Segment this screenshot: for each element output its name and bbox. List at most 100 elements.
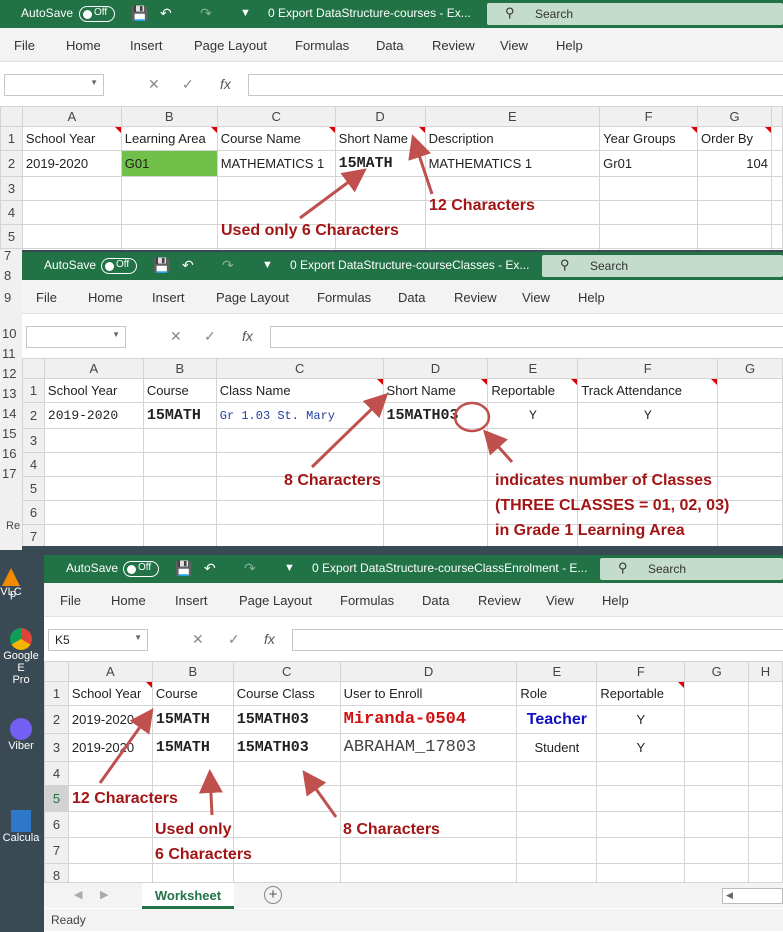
column-header[interactable]: E bbox=[487, 358, 579, 379]
column-header[interactable]: A bbox=[67, 661, 153, 682]
cell[interactable]: Course bbox=[142, 378, 217, 403]
tab-page-layout[interactable]: Page Layout bbox=[216, 290, 289, 305]
tab-file[interactable]: File bbox=[14, 38, 35, 53]
row-header[interactable]: 2 bbox=[0, 150, 23, 177]
tab-insert[interactable]: Insert bbox=[175, 593, 208, 608]
cell[interactable]: 15MATH bbox=[151, 705, 234, 734]
tab-formulas[interactable]: Formulas bbox=[317, 290, 371, 305]
function-icon[interactable]: fx bbox=[242, 328, 253, 344]
cell[interactable]: School Year bbox=[67, 681, 153, 706]
scroll-left-icon[interactable]: ◀ bbox=[726, 890, 733, 901]
cell[interactable]: Miranda-0504 bbox=[339, 705, 518, 734]
horizontal-scrollbar[interactable]: ◀ bbox=[722, 888, 783, 904]
row-header[interactable]: 3 bbox=[0, 176, 23, 201]
row-header[interactable]: 7 bbox=[22, 524, 45, 546]
customize-icon[interactable]: ▼ bbox=[284, 562, 295, 574]
cell[interactable] bbox=[717, 402, 783, 429]
row-header[interactable]: 5 bbox=[22, 476, 45, 501]
name-box[interactable]: ▼ bbox=[4, 74, 104, 96]
cell[interactable]: 2019-2020 bbox=[67, 733, 153, 762]
row-header[interactable]: 1 bbox=[0, 126, 23, 151]
tab-review[interactable]: Review bbox=[432, 38, 475, 53]
cancel-icon[interactable]: ✕ bbox=[170, 328, 182, 345]
worksheet-grid[interactable]: A B C D E F G 1 School Year Course Class… bbox=[22, 358, 783, 546]
cell[interactable]: Role bbox=[516, 681, 598, 706]
redo-icon[interactable]: ↷ bbox=[222, 257, 234, 274]
tab-insert[interactable]: Insert bbox=[130, 38, 163, 53]
autosave-toggle[interactable]: Off bbox=[123, 561, 159, 577]
tab-home[interactable]: Home bbox=[88, 290, 123, 305]
undo-icon[interactable]: ↶ bbox=[182, 257, 194, 274]
row-header[interactable]: 7 bbox=[44, 837, 69, 864]
cell[interactable]: Gr01 bbox=[599, 150, 699, 177]
column-header[interactable]: D bbox=[382, 358, 489, 379]
tab-formulas[interactable]: Formulas bbox=[340, 593, 394, 608]
excel-window-course-class-enrolment[interactable]: AutoSave Off 💾 ↶ ↷ ▼ 0 Export DataStruct… bbox=[44, 555, 783, 932]
column-header[interactable]: F bbox=[577, 358, 719, 379]
row-header[interactable]: 3 bbox=[44, 733, 69, 762]
select-all[interactable] bbox=[22, 358, 45, 379]
column-header[interactable]: C bbox=[216, 106, 336, 127]
cancel-icon[interactable]: ✕ bbox=[148, 76, 160, 93]
cell[interactable]: 15MATH03 bbox=[232, 705, 341, 734]
excel-window-courses[interactable]: AutoSave Off 💾 ↶ ↷ ▼ 0 Export DataStruct… bbox=[0, 0, 783, 250]
tab-data[interactable]: Data bbox=[422, 593, 449, 608]
column-header[interactable]: G bbox=[697, 106, 772, 127]
customize-icon[interactable]: ▼ bbox=[240, 7, 251, 19]
enter-icon[interactable]: ✓ bbox=[182, 76, 194, 93]
formula-input[interactable] bbox=[248, 74, 783, 96]
column-header[interactable]: G bbox=[684, 661, 749, 682]
tab-help[interactable]: Help bbox=[602, 593, 629, 608]
row-header[interactable]: 5 bbox=[0, 224, 23, 249]
sheet-tab-worksheet[interactable]: Worksheet bbox=[142, 883, 234, 909]
column-header[interactable]: C bbox=[232, 661, 341, 682]
function-icon[interactable]: fx bbox=[220, 76, 231, 92]
column-header[interactable]: B bbox=[120, 106, 218, 127]
desktop-icon-viber[interactable]: Viber bbox=[0, 718, 42, 752]
customize-icon[interactable]: ▼ bbox=[262, 259, 273, 271]
cell[interactable]: Reportable bbox=[487, 378, 579, 403]
autosave-toggle[interactable]: Off bbox=[101, 258, 137, 274]
row-header[interactable]: 4 bbox=[0, 200, 23, 225]
cell[interactable]: 15MATH bbox=[151, 733, 234, 762]
title-bar[interactable]: AutoSave Off 💾 ↶ ↷ ▼ 0 Export DataStruct… bbox=[44, 555, 783, 583]
name-box[interactable]: ▼ bbox=[26, 326, 126, 348]
search-box[interactable]: ⚲ Search bbox=[600, 558, 783, 580]
title-bar[interactable]: AutoSave Off 💾 ↶ ↷ ▼ 0 Export DataStruct… bbox=[22, 252, 783, 280]
cell[interactable]: 2019-2020 bbox=[43, 402, 144, 429]
tab-help[interactable]: Help bbox=[556, 38, 583, 53]
tab-help[interactable]: Help bbox=[578, 290, 605, 305]
select-all[interactable] bbox=[0, 106, 23, 127]
cell[interactable]: Gr 1.03 St. Mary bbox=[215, 402, 384, 429]
tab-view[interactable]: View bbox=[522, 290, 550, 305]
chevron-down-icon[interactable]: ▼ bbox=[134, 633, 142, 642]
cell[interactable] bbox=[748, 733, 783, 762]
cell[interactable] bbox=[684, 733, 749, 762]
row-header[interactable]: 6 bbox=[22, 500, 45, 525]
tab-view[interactable]: View bbox=[546, 593, 574, 608]
cell[interactable]: G01 bbox=[120, 150, 218, 177]
cancel-icon[interactable]: ✕ bbox=[192, 631, 204, 648]
tab-home[interactable]: Home bbox=[111, 593, 146, 608]
cell[interactable]: Order By bbox=[697, 126, 772, 151]
tab-page-layout[interactable]: Page Layout bbox=[239, 593, 312, 608]
cell[interactable]: Track Attendance bbox=[577, 378, 719, 403]
cell[interactable] bbox=[748, 705, 783, 734]
chevron-down-icon[interactable]: ▼ bbox=[112, 330, 120, 339]
undo-icon[interactable]: ↶ bbox=[160, 5, 172, 22]
column-header[interactable]: B bbox=[151, 661, 234, 682]
select-all[interactable] bbox=[44, 661, 69, 682]
cell[interactable]: ABRAHAM_17803 bbox=[339, 733, 518, 762]
excel-window-course-classes[interactable]: AutoSave Off 💾 ↶ ↷ ▼ 0 Export DataStruct… bbox=[22, 252, 783, 546]
cell[interactable]: MATHEMATICS 1 bbox=[216, 150, 336, 177]
cell[interactable]: Course bbox=[151, 681, 234, 706]
function-icon[interactable]: fx bbox=[264, 631, 275, 647]
column-header[interactable]: F bbox=[599, 106, 699, 127]
cell[interactable]: Class Name bbox=[215, 378, 384, 403]
cell[interactable]: Year Groups bbox=[599, 126, 699, 151]
tab-file[interactable]: File bbox=[36, 290, 57, 305]
cell[interactable]: School Year bbox=[43, 378, 144, 403]
cell[interactable]: Y bbox=[577, 402, 719, 429]
column-header[interactable]: F bbox=[596, 661, 686, 682]
cell[interactable]: 15MATH bbox=[142, 402, 217, 429]
